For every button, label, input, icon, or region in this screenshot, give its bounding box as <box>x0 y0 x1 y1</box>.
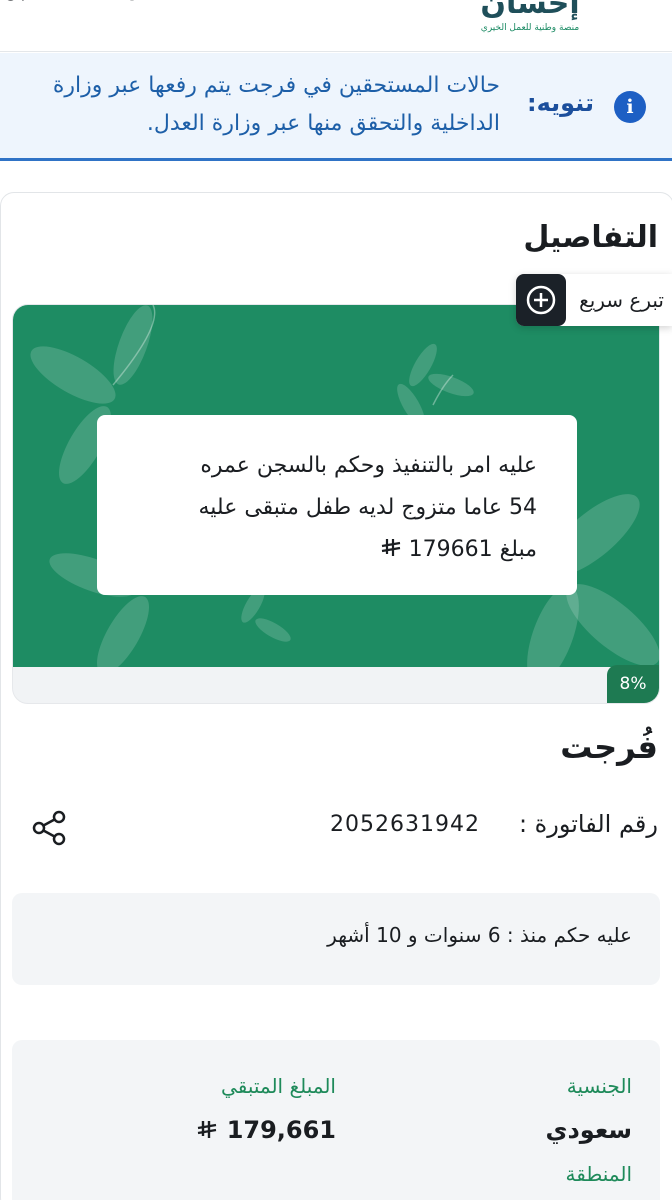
sentence-duration-text: عليه حكم منذ : 6 سنوات و 10 أشهر <box>327 923 632 947</box>
search-icon[interactable] <box>120 0 146 10</box>
invoice-label: رقم الفاتورة : <box>518 810 658 838</box>
nationality-value: سعودي <box>545 1116 632 1144</box>
case-description-line: عليه امر بالتنفيذ وحكم بالسجن عمره <box>200 453 537 478</box>
info-icon: i <box>614 91 646 123</box>
sentence-duration-box: عليه حكم منذ : 6 سنوات و 10 أشهر <box>12 893 660 985</box>
riyal-icon <box>198 1121 217 1138</box>
riyal-icon <box>381 539 400 556</box>
quick-donate-button[interactable]: تبرع سريع <box>516 274 672 326</box>
case-description-line: مبلغ 179661 <box>408 537 537 562</box>
user-icon[interactable] <box>186 0 212 10</box>
cart-icon[interactable] <box>60 0 86 10</box>
share-icon[interactable] <box>30 808 70 848</box>
logo-tagline: منصة وطنية للعمل الخيري <box>480 23 580 33</box>
nationality-label: الجنسية <box>566 1074 632 1098</box>
program-name: فُرجت <box>560 728 658 766</box>
progress-badge: 8% <box>607 665 659 703</box>
ehsan-logo[interactable]: إحسان منصة وطنية للعمل الخيري <box>470 0 590 34</box>
details-title: التفاصيل <box>523 220 658 255</box>
invoice-number: 2052631942 <box>330 812 480 837</box>
case-description-box: عليه امر بالتنفيذ وحكم بالسجن عمره 54 عا… <box>97 415 577 595</box>
region-label: المنطقة <box>565 1162 633 1186</box>
notice-text: حالات المستحقين في فرجت يتم رفعها عبر وز… <box>52 73 500 136</box>
case-info-box: الجنسية سعودي المنطقة المبلغ المتبقي 179… <box>12 1040 660 1200</box>
notice-label: تنويه: <box>526 89 594 117</box>
top-header: إحسان منصة وطنية للعمل الخيري <box>0 0 672 52</box>
donations-icon[interactable] <box>0 0 26 10</box>
remaining-amount-value: 179,661 <box>226 1116 336 1144</box>
plus-circle-icon[interactable] <box>516 274 566 326</box>
case-description-line: 54 عاما متزوج لديه طفل متبقى عليه <box>198 495 537 520</box>
remaining-amount-label: المبلغ المتبقي <box>221 1074 336 1098</box>
quick-donate-label: تبرع سريع <box>579 288 664 312</box>
invoice-row: رقم الفاتورة : 2052631942 <box>0 810 672 850</box>
notice-banner: i تنويه: حالات المستحقين في فرجت يتم رفع… <box>0 53 672 161</box>
case-hero: عليه امر بالتنفيذ وحكم بالسجن عمره 54 عا… <box>12 304 660 704</box>
logo-word: إحسان <box>480 0 580 21</box>
remaining-amount: 179,661 <box>196 1116 336 1144</box>
